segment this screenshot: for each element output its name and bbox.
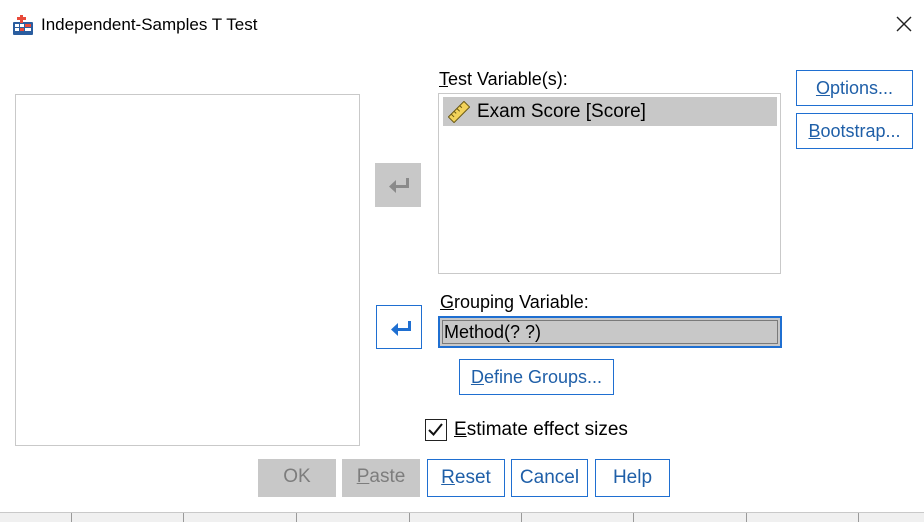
grouping-variable-field[interactable]: Method(? ?) bbox=[438, 316, 782, 348]
close-icon[interactable] bbox=[890, 10, 918, 38]
list-item[interactable]: Exam Score [Score] bbox=[443, 97, 777, 126]
test-variable-label: Exam Score [Score] bbox=[477, 101, 646, 122]
help-button[interactable]: Help bbox=[595, 459, 670, 497]
cancel-button[interactable]: Cancel bbox=[511, 459, 588, 497]
test-variables-label: Test Variable(s): bbox=[439, 69, 568, 89]
divider bbox=[409, 513, 410, 522]
window-title: Independent-Samples T Test bbox=[41, 15, 258, 34]
options-button[interactable]: Options... bbox=[796, 70, 913, 106]
scale-ruler-icon bbox=[448, 101, 470, 123]
t-test-dialog: Independent-Samples T Test Test Variable… bbox=[0, 0, 924, 522]
source-variable-list[interactable] bbox=[15, 94, 360, 446]
divider bbox=[858, 513, 859, 522]
estimate-effect-sizes-checkbox[interactable] bbox=[425, 419, 447, 441]
spss-dialog-icon bbox=[13, 15, 33, 35]
grouping-variable-value: Method(? ?) bbox=[444, 322, 542, 342]
divider bbox=[71, 513, 72, 522]
test-variables-list[interactable]: Exam Score [Score] bbox=[438, 93, 781, 274]
move-grouping-variable-button[interactable] bbox=[376, 305, 422, 349]
arrow-left-icon bbox=[391, 321, 411, 336]
reset-button[interactable]: Reset bbox=[427, 459, 505, 497]
divider bbox=[183, 513, 184, 522]
estimate-effect-sizes-label[interactable]: Estimate effect sizes bbox=[454, 419, 628, 441]
paste-button[interactable]: Paste bbox=[342, 459, 420, 497]
title-bar: Independent-Samples T Test bbox=[0, 0, 924, 50]
divider bbox=[521, 513, 522, 522]
bootstrap-button[interactable]: Bootstrap... bbox=[796, 113, 913, 149]
define-groups-button[interactable]: Define Groups... bbox=[459, 359, 614, 395]
divider bbox=[746, 513, 747, 522]
divider bbox=[633, 513, 634, 522]
ok-button[interactable]: OK bbox=[258, 459, 336, 497]
divider bbox=[296, 513, 297, 522]
checkmark-icon bbox=[428, 423, 443, 436]
background-window-strip bbox=[0, 512, 924, 522]
grouping-variable-label: Grouping Variable: bbox=[440, 292, 589, 312]
arrow-left-icon bbox=[389, 178, 409, 193]
move-test-variable-button[interactable] bbox=[375, 163, 421, 207]
